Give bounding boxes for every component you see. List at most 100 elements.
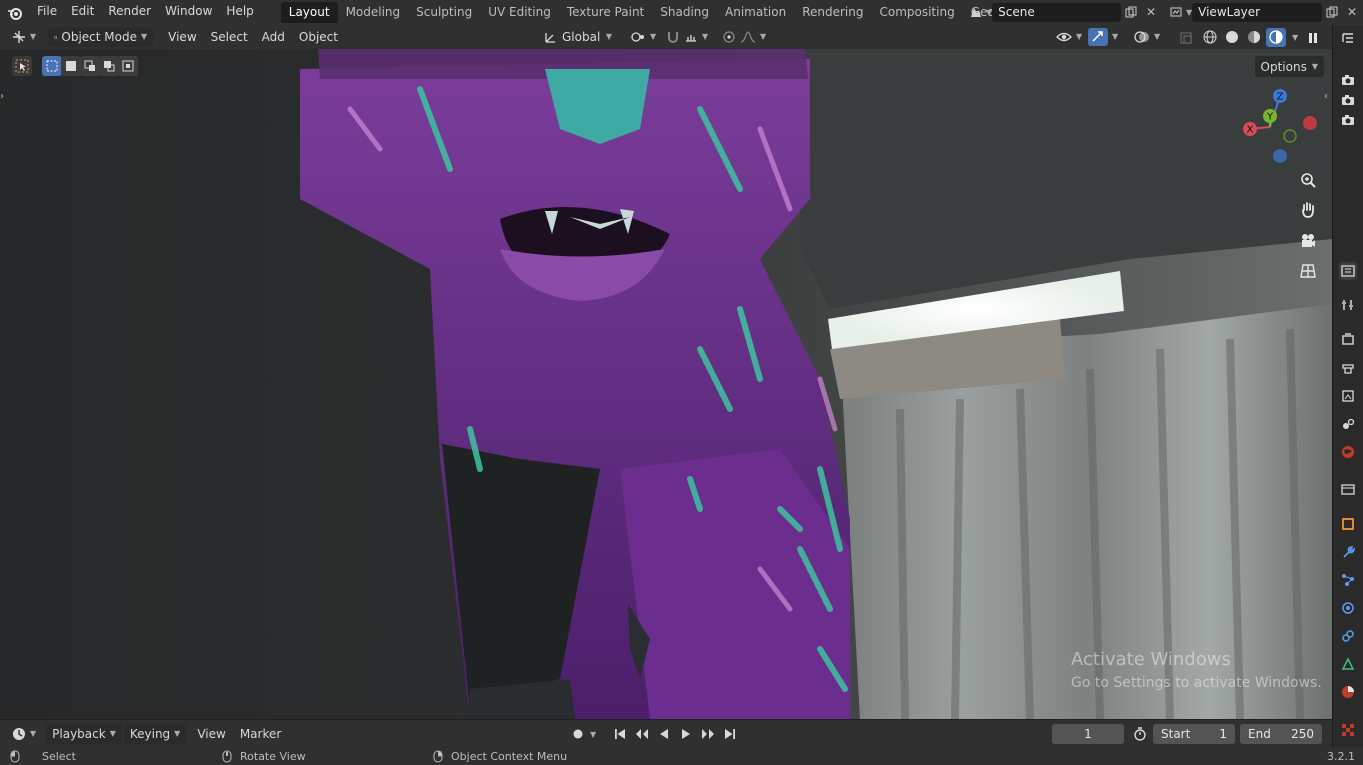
- texture-properties-icon[interactable]: [1339, 721, 1357, 739]
- menu-object[interactable]: Object: [292, 30, 345, 44]
- select-mode-invert-icon[interactable]: [99, 56, 119, 76]
- tab-animation[interactable]: Animation: [717, 2, 794, 23]
- timeline-editor-type-selector[interactable]: ▼: [6, 724, 42, 744]
- scene-name-field[interactable]: Scene: [992, 2, 1121, 22]
- current-frame-field[interactable]: 1: [1052, 724, 1124, 744]
- play-icon[interactable]: [676, 724, 696, 744]
- chevron-down-icon[interactable]: ▼: [1292, 33, 1298, 42]
- proportional-editing-toggle[interactable]: ▼: [716, 27, 772, 47]
- duplicate-view-layer-icon[interactable]: [1322, 3, 1342, 22]
- tab-shading[interactable]: Shading: [652, 2, 717, 23]
- collection-properties-icon[interactable]: [1339, 480, 1357, 498]
- render-camera-icon[interactable]: [1339, 111, 1357, 129]
- menu-render[interactable]: Render: [101, 0, 158, 25]
- overlays-toggle[interactable]: ▼: [1128, 27, 1166, 47]
- menu-add[interactable]: Add: [255, 30, 292, 44]
- render-camera-icon[interactable]: [1339, 91, 1357, 109]
- chevron-down-icon: ▼: [141, 32, 148, 41]
- close-icon[interactable]: ✕: [1342, 3, 1362, 22]
- render-properties-icon[interactable]: [1339, 331, 1357, 349]
- blender-logo-icon[interactable]: [0, 0, 30, 25]
- keying-menu[interactable]: Keying ▼: [123, 723, 187, 744]
- object-data-icon[interactable]: [1339, 655, 1357, 673]
- wireframe-shading-icon[interactable]: [1200, 28, 1220, 47]
- tab-rendering[interactable]: Rendering: [794, 2, 871, 23]
- world-properties-icon[interactable]: [1339, 443, 1357, 461]
- menu-file[interactable]: File: [30, 0, 64, 25]
- output-properties-icon[interactable]: [1339, 359, 1357, 377]
- modifier-wrench-icon[interactable]: [1339, 543, 1357, 561]
- jump-to-start-icon[interactable]: [610, 724, 630, 744]
- 3d-viewport[interactable]: Options ▼ › ‹ Z Y X Activate Windows Go …: [0, 49, 1332, 719]
- object-properties-icon[interactable]: [1339, 515, 1357, 533]
- playback-menu[interactable]: Playback ▼: [46, 723, 122, 744]
- perspective-grid-icon[interactable]: [1295, 258, 1321, 284]
- stopwatch-icon[interactable]: [1130, 724, 1150, 744]
- falloff-curve-icon: [740, 31, 756, 43]
- end-frame-label: End: [1248, 727, 1271, 741]
- view-layer-properties-icon[interactable]: [1339, 387, 1357, 405]
- menu-edit[interactable]: Edit: [64, 0, 101, 25]
- chevron-down-icon: ▼: [702, 32, 709, 41]
- tool-properties-icon[interactable]: [1339, 296, 1357, 314]
- solid-shading-icon[interactable]: [1222, 28, 1242, 47]
- clock-icon: [13, 727, 25, 740]
- record-icon[interactable]: [568, 724, 588, 744]
- jump-to-keyframe-back-icon[interactable]: [632, 724, 652, 744]
- select-tool-icon[interactable]: [12, 56, 32, 76]
- constraints-icon[interactable]: [1339, 627, 1357, 645]
- options-dropdown[interactable]: Options ▼: [1254, 56, 1324, 77]
- navigation-gizmo[interactable]: Z Y X: [1236, 86, 1326, 166]
- gizmo-toggle[interactable]: ▼: [1082, 27, 1124, 47]
- menu-select[interactable]: Select: [204, 30, 255, 44]
- timeline-view-menu[interactable]: View: [190, 727, 232, 741]
- transform-orientation-dropdown[interactable]: Global ▼: [538, 27, 618, 47]
- mode-label: Object Mode: [61, 30, 137, 44]
- select-mode-subtract-icon[interactable]: [80, 56, 100, 76]
- start-frame-field[interactable]: Start 1: [1153, 724, 1235, 744]
- tab-texture-paint[interactable]: Texture Paint: [559, 2, 652, 23]
- tab-modeling[interactable]: Modeling: [338, 2, 409, 23]
- particles-icon[interactable]: [1339, 571, 1357, 589]
- material-preview-shading-icon[interactable]: [1244, 28, 1264, 47]
- pause-render-icon[interactable]: [1303, 28, 1323, 47]
- play-reverse-icon[interactable]: [654, 724, 674, 744]
- snap-dropdown[interactable]: ▼: [660, 27, 714, 47]
- tab-sculpting[interactable]: Sculpting: [408, 2, 480, 23]
- tab-compositing[interactable]: Compositing: [871, 2, 962, 23]
- select-mode-extend-icon[interactable]: [61, 56, 81, 76]
- pan-hand-icon[interactable]: [1295, 197, 1321, 223]
- scene-icon[interactable]: [966, 3, 986, 22]
- rendered-shading-icon[interactable]: [1266, 27, 1286, 47]
- chevron-down-icon[interactable]: ▼: [590, 730, 596, 739]
- render-camera-icon[interactable]: [1339, 71, 1357, 89]
- mode-dropdown[interactable]: Object Mode ▼: [48, 27, 154, 47]
- properties-editor-icon[interactable]: [1339, 262, 1357, 280]
- menu-window[interactable]: Window: [158, 0, 219, 25]
- close-icon[interactable]: ✕: [1141, 3, 1161, 22]
- view-layer-icon[interactable]: [1166, 3, 1186, 22]
- menu-view[interactable]: View: [161, 30, 203, 44]
- duplicate-scene-icon[interactable]: [1121, 3, 1141, 22]
- tab-layout[interactable]: Layout: [280, 2, 338, 23]
- jump-to-end-icon[interactable]: [720, 724, 740, 744]
- menu-help[interactable]: Help: [219, 0, 260, 25]
- select-mode-new-icon[interactable]: [42, 56, 62, 76]
- view-layer-name-field[interactable]: ViewLayer: [1192, 2, 1322, 22]
- xray-toggle-icon[interactable]: [1176, 28, 1196, 47]
- outliner-toggle-icon[interactable]: [1339, 29, 1357, 47]
- toolbar-expand-arrow-icon[interactable]: ›: [0, 91, 4, 102]
- jump-to-keyframe-forward-icon[interactable]: [698, 724, 718, 744]
- view-layer-selector: ▼ ViewLayer ✕: [1166, 2, 1362, 22]
- select-mode-intersect-icon[interactable]: [118, 56, 138, 76]
- tab-uv-editing[interactable]: UV Editing: [480, 2, 559, 23]
- physics-icon[interactable]: [1339, 599, 1357, 617]
- editor-type-selector[interactable]: ▼: [6, 27, 42, 47]
- marker-menu[interactable]: Marker: [233, 727, 288, 741]
- scene-properties-icon[interactable]: [1339, 415, 1357, 433]
- pivot-point-dropdown[interactable]: ▼: [624, 27, 662, 47]
- material-properties-icon[interactable]: [1339, 683, 1357, 701]
- zoom-icon[interactable]: [1295, 167, 1321, 193]
- end-frame-field[interactable]: End 250: [1240, 724, 1322, 744]
- camera-view-icon[interactable]: [1295, 228, 1321, 254]
